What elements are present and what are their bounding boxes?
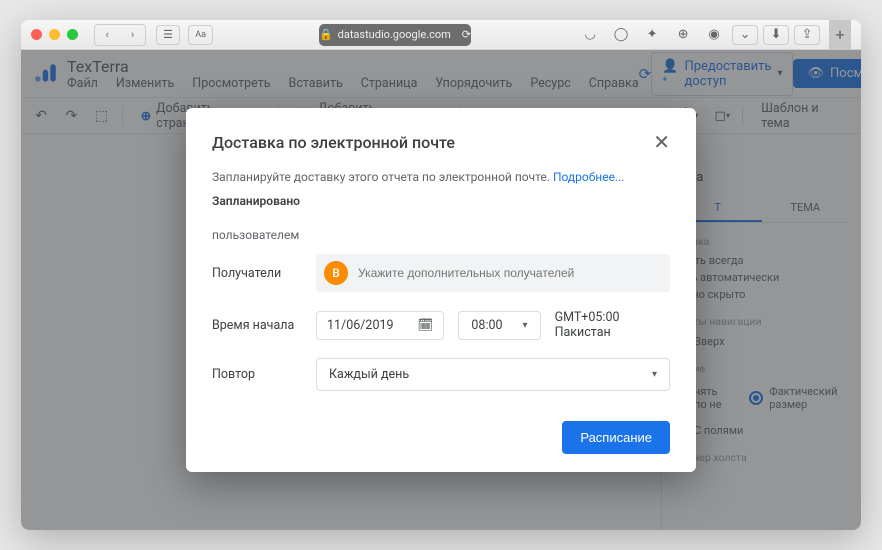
recipients-label: Получатели (212, 266, 302, 281)
recipients-row: Получатели B (212, 254, 670, 292)
minimize-window[interactable] (49, 29, 60, 40)
maximize-window[interactable] (67, 29, 78, 40)
titlebar-right: ◡ ◯ ✦ ⊕ ◉ ⌄ ⬇ ⇪ + (577, 20, 851, 50)
download-icon[interactable]: ⌄ (732, 25, 758, 45)
repeat-label: Повтор (212, 367, 302, 382)
download-icon-2[interactable]: ⬇ (763, 25, 789, 45)
pocket-icon[interactable]: ◡ (577, 25, 603, 45)
start-time-row: Время начала 11/06/2019 🗓 08:00 ▾ GMT+05… (212, 310, 670, 340)
start-time-label: Время начала (212, 318, 302, 333)
close-icon[interactable]: ✕ (653, 130, 670, 154)
url-text: datastudio.google.com (338, 28, 451, 41)
extension-icon-3[interactable]: ⊕ (670, 25, 696, 45)
new-tab-button[interactable]: + (829, 20, 851, 50)
schedule-button[interactable]: Расписание (562, 421, 670, 454)
repeat-row: Повтор Каждый день ▾ (212, 358, 670, 391)
learn-more-link[interactable]: Подробнее... (553, 170, 624, 184)
back-button[interactable]: ‹ (95, 25, 119, 45)
extension-icon-4[interactable]: ◉ (701, 25, 727, 45)
scheduled-label: Запланировано (212, 194, 670, 208)
by-user-label: пользователем (212, 228, 670, 242)
repeat-select[interactable]: Каждый день ▾ (316, 358, 670, 391)
nav-buttons: ‹ › (94, 24, 146, 46)
extension-icon-2[interactable]: ✦ (639, 25, 665, 45)
recipients-input-box[interactable]: B (316, 254, 670, 292)
url-bar[interactable]: 🔒 datastudio.google.com ⟳ (319, 24, 471, 46)
extension-icon-1[interactable]: ◯ (608, 25, 634, 45)
date-picker[interactable]: 11/06/2019 🗓 (316, 311, 444, 340)
time-picker[interactable]: 08:00 ▾ (458, 311, 540, 340)
share-icon[interactable]: ⇪ (794, 25, 820, 45)
sidebar-toggle[interactable]: ☰ (156, 25, 181, 45)
recipient-chip-avatar[interactable]: B (324, 261, 348, 285)
close-window[interactable] (31, 29, 42, 40)
lock-icon: 🔒 (319, 28, 333, 41)
recipients-input[interactable] (358, 266, 662, 280)
forward-button[interactable]: › (120, 25, 144, 45)
modal-title: Доставка по электронной почте (212, 133, 455, 152)
modal-description: Запланируйте доставку этого отчета по эл… (212, 170, 670, 184)
reload-icon[interactable]: ⟳ (462, 28, 471, 41)
timezone-label: GMT+05:00 Пакистан (555, 310, 670, 340)
calendar-icon: 🗓 (418, 318, 434, 333)
traffic-lights (31, 29, 78, 40)
browser-window: ‹ › ☰ Aa 🔒 datastudio.google.com ⟳ ◡ ◯ ✦… (21, 20, 861, 530)
chevron-down-icon: ▾ (523, 320, 528, 331)
titlebar: ‹ › ☰ Aa 🔒 datastudio.google.com ⟳ ◡ ◯ ✦… (21, 20, 861, 50)
chevron-down-icon: ▾ (652, 369, 657, 380)
reader-toggle[interactable]: Aa (188, 25, 213, 45)
email-delivery-modal: Доставка по электронной почте ✕ Запланир… (186, 108, 696, 472)
